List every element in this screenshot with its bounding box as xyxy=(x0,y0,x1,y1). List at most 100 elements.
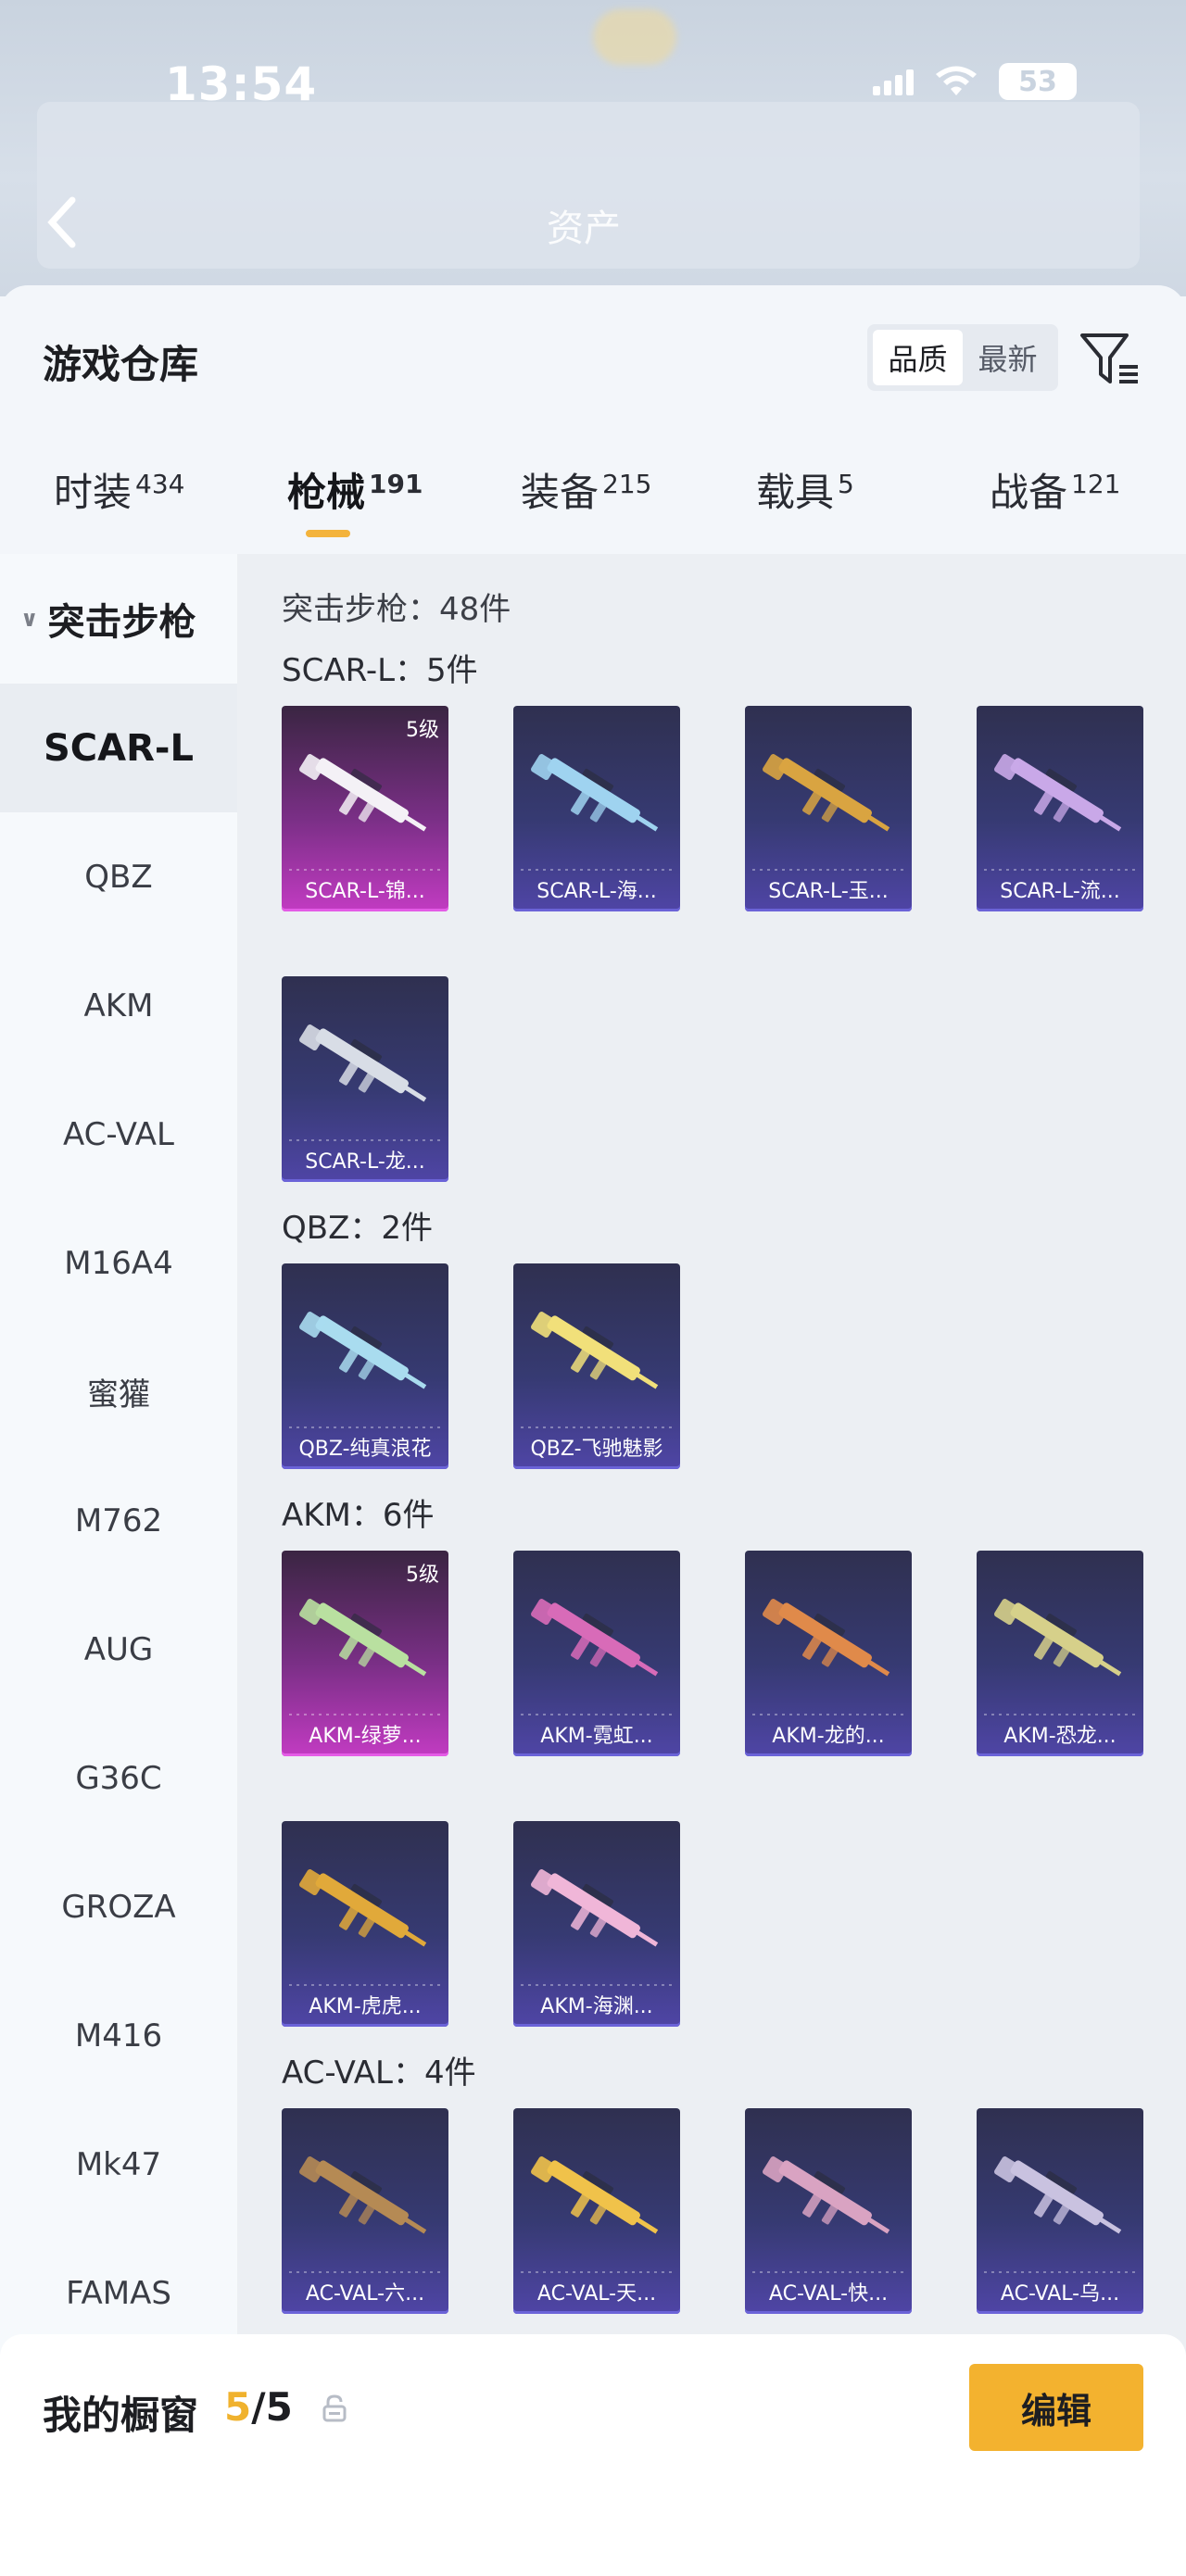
skin-name: AKM-虎虎... xyxy=(309,1995,422,2018)
skin-name: AKM-恐龙... xyxy=(1003,1725,1117,1748)
sidebar-item-mk47[interactable]: Mk47 xyxy=(0,2100,237,2229)
card-divider xyxy=(984,1714,1136,1715)
sidebar-item-m762[interactable]: M762 xyxy=(0,1456,237,1585)
weapon-skin-card[interactable]: SCAR-L-流... xyxy=(977,706,1143,911)
group-title: SCAR-L：5件 xyxy=(282,652,478,689)
rifle-icon xyxy=(298,1598,427,1677)
skin-name: AKM-绿萝... xyxy=(309,1725,422,1748)
skin-name: QBZ-飞驰魅影 xyxy=(530,1438,663,1461)
weapon-skin-card[interactable]: 5级 AKM-绿萝... xyxy=(282,1551,448,1756)
skin-name: AKM-龙的... xyxy=(772,1725,885,1748)
rifle-icon xyxy=(298,1311,427,1389)
weapon-skin-card[interactable]: QBZ-纯真浪花 xyxy=(282,1263,448,1469)
sidebar-item-m416[interactable]: M416 xyxy=(0,1971,237,2100)
card-divider xyxy=(521,2271,673,2273)
rifle-icon xyxy=(298,2155,427,2234)
edit-button[interactable]: 编辑 xyxy=(969,2364,1143,2451)
skin-name: SCAR-L-锦... xyxy=(305,880,425,903)
rifle-icon xyxy=(530,2155,659,2234)
skin-name: SCAR-L-玉... xyxy=(768,880,889,903)
card-divider xyxy=(752,1714,904,1715)
weapon-skin-card[interactable]: AC-VAL-天... xyxy=(513,2108,680,2314)
weapon-skin-card[interactable]: QBZ-飞驰魅影 xyxy=(513,1263,680,1469)
group-title: QBZ：2件 xyxy=(282,1210,434,1247)
card-divider xyxy=(984,869,1136,871)
tab-vehicles[interactable]: 载具 5 xyxy=(756,461,854,518)
card-divider xyxy=(289,1984,441,1986)
sort-newest-button[interactable]: 最新 xyxy=(963,330,1053,385)
weapon-skin-card[interactable]: AC-VAL-快... xyxy=(745,2108,912,2314)
rifle-icon xyxy=(298,753,427,832)
showcase-bar: 我的橱窗 5/5 编辑 xyxy=(0,2334,1186,2576)
category-tabs: 时装 434 枪械 191 装备 215 载具 5 战备 121 xyxy=(0,461,1186,554)
skin-name: SCAR-L-海... xyxy=(536,880,657,903)
blurred-emblem xyxy=(593,9,676,65)
battery-icon: 53 xyxy=(999,63,1077,100)
filter-icon[interactable] xyxy=(1079,330,1142,389)
weapon-skin-card[interactable]: AKM-恐龙... xyxy=(977,1551,1143,1756)
category-header[interactable]: ∨ 突击步枪 xyxy=(0,554,237,684)
status-time: 13:54 xyxy=(165,57,318,111)
skin-name: AC-VAL-天... xyxy=(536,2282,657,2306)
weapon-grid: 突击步枪：48件 SCAR-L：5件 5级 SCAR-L-锦... SCAR-L-海.… xyxy=(237,554,1186,2576)
card-divider xyxy=(289,1426,441,1428)
tab-equipment[interactable]: 装备 215 xyxy=(521,461,651,518)
sidebar-item-qbz[interactable]: QBZ xyxy=(0,812,237,941)
sidebar-item-ac-val[interactable]: AC-VAL xyxy=(0,1070,237,1199)
showcase-count: 5/5 xyxy=(224,2384,293,2430)
weapon-skin-card[interactable]: SCAR-L-海... xyxy=(513,706,680,911)
weapon-skin-card[interactable]: AKM-霓虹... xyxy=(513,1551,680,1756)
weapon-sidebar: ∨ 突击步枪 SCAR-L QBZ AKM AC-VAL M16A4 蜜獾 M76… xyxy=(0,554,237,2576)
rifle-icon xyxy=(530,1868,659,1947)
rifle-icon xyxy=(762,1598,890,1677)
weapon-skin-card[interactable]: 5级 SCAR-L-锦... xyxy=(282,706,448,911)
skin-name: AKM-海渊... xyxy=(540,1995,653,2018)
warehouse-sheet: 游戏仓库 品质 最新 时装 434 枪械 191 装备 215 载具 5 战备 121 ∨… xyxy=(0,285,1186,2576)
back-chevron-icon[interactable] xyxy=(41,195,85,250)
sort-quality-button[interactable]: 品质 xyxy=(873,330,963,385)
sidebar-item-aug[interactable]: AUG xyxy=(0,1585,237,1714)
tab-fashion[interactable]: 时装 434 xyxy=(54,461,184,518)
tab-supplies[interactable]: 战备 121 xyxy=(990,461,1120,518)
chevron-down-icon: ∨ xyxy=(20,606,39,632)
sidebar-item-m16a4[interactable]: M16A4 xyxy=(0,1199,237,1327)
card-divider xyxy=(289,2271,441,2273)
rifle-icon xyxy=(530,753,659,832)
rifle-icon xyxy=(762,753,890,832)
card-divider xyxy=(521,1984,673,1986)
tab-firearms[interactable]: 枪械 191 xyxy=(287,461,423,518)
card-divider xyxy=(289,1139,441,1141)
blurred-page-title: 资产 xyxy=(547,207,621,250)
lock-icon xyxy=(322,2394,347,2422)
skin-name: SCAR-L-龙... xyxy=(305,1150,425,1174)
rifle-icon xyxy=(530,1311,659,1389)
weapon-skin-card[interactable]: SCAR-L-玉... xyxy=(745,706,912,911)
weapon-skin-card[interactable]: AC-VAL-乌... xyxy=(977,2108,1143,2314)
card-divider xyxy=(521,1426,673,1428)
rifle-icon xyxy=(298,1868,427,1947)
weapon-skin-card[interactable]: SCAR-L-龙... xyxy=(282,976,448,1182)
rifle-icon xyxy=(762,2155,890,2234)
rifle-icon xyxy=(993,1598,1122,1677)
group-title: AKM：6件 xyxy=(282,1497,435,1534)
weapon-skin-card[interactable]: AKM-龙的... xyxy=(745,1551,912,1756)
active-tab-indicator xyxy=(306,530,350,537)
sidebar-item-akm[interactable]: AKM xyxy=(0,941,237,1070)
showcase-title: 我的橱窗 xyxy=(43,2393,199,2438)
skin-name: AC-VAL-快... xyxy=(768,2282,889,2306)
sidebar-item-g36c[interactable]: G36C xyxy=(0,1714,237,1842)
category-total: 突击步枪：48件 xyxy=(282,591,511,628)
weapon-skin-card[interactable]: AC-VAL-六... xyxy=(282,2108,448,2314)
weapon-skin-card[interactable]: AKM-海渊... xyxy=(513,1821,680,2027)
sidebar-item-groza[interactable]: GROZA xyxy=(0,1842,237,1971)
background-header: 13:54 53 资产 xyxy=(0,0,1186,296)
skin-name: AC-VAL-六... xyxy=(305,2282,425,2306)
weapon-skin-card[interactable]: AKM-虎虎... xyxy=(282,1821,448,2027)
skin-name: AC-VAL-乌... xyxy=(1000,2282,1120,2306)
rifle-icon xyxy=(993,2155,1122,2234)
sidebar-item-honey-badger[interactable]: 蜜獾 xyxy=(0,1327,237,1456)
sheet-title: 游戏仓库 xyxy=(43,342,199,387)
rifle-icon xyxy=(993,753,1122,832)
card-divider xyxy=(289,869,441,871)
sidebar-item-scar-l[interactable]: SCAR-L xyxy=(0,684,237,812)
